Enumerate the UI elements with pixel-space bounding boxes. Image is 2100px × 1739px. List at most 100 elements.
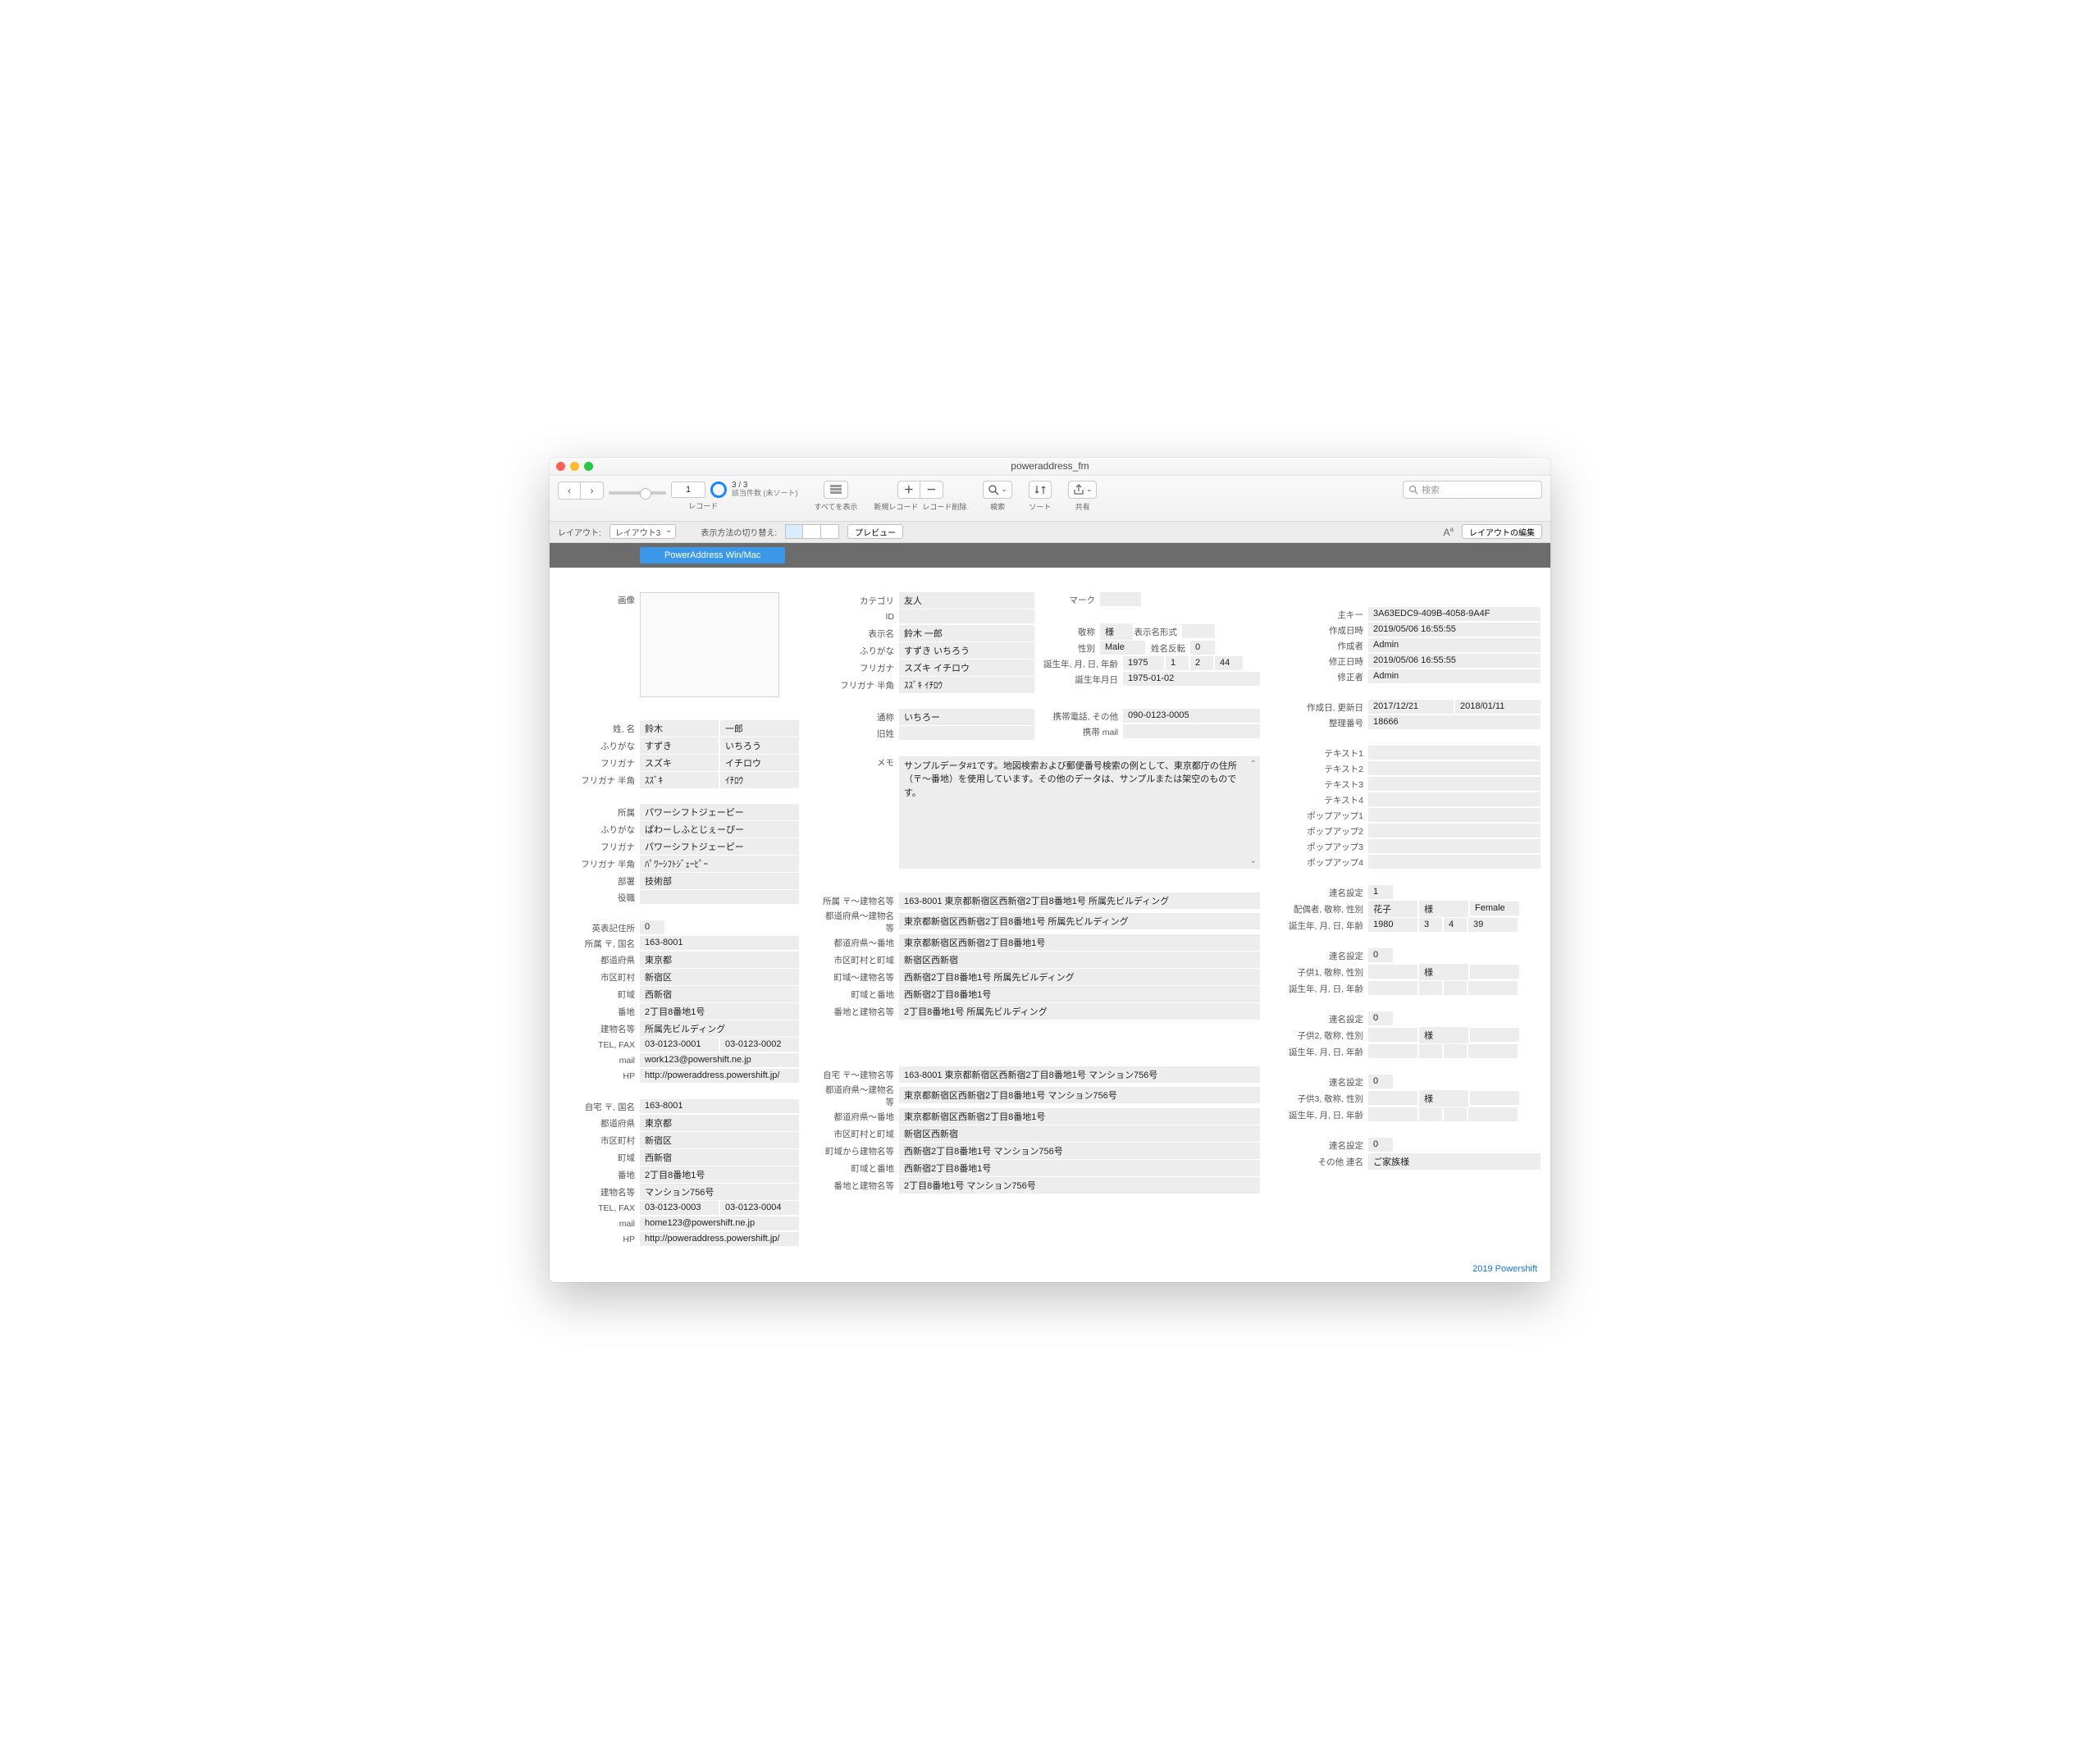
edit-layout-button[interactable]: レイアウトの編集 — [1462, 524, 1542, 539]
prev-record-button[interactable]: ‹ — [558, 482, 581, 500]
c3-sex-field[interactable] — [1470, 1091, 1519, 1106]
maiden-field[interactable] — [899, 726, 1034, 741]
waddr6-field[interactable]: 西新宿2丁目8番地1号 — [899, 986, 1260, 1003]
waddr5-field[interactable]: 西新宿2丁目8番地1号 所属先ビルディング — [899, 969, 1260, 986]
c3-name-field[interactable] — [1368, 1091, 1418, 1106]
text3-field[interactable] — [1368, 777, 1541, 792]
sbm-field[interactable]: 3 — [1419, 918, 1442, 933]
bldg-field[interactable]: 所属先ビルディング — [640, 1020, 799, 1038]
scroll-up-icon[interactable]: ⌃ — [1250, 758, 1257, 770]
brand-button[interactable]: PowerAddress Win/Mac — [640, 547, 785, 564]
sage-field[interactable]: 39 — [1468, 918, 1518, 933]
furi-field[interactable]: すずき いちろう — [899, 642, 1034, 660]
image-field[interactable] — [640, 592, 779, 697]
haddr1-field[interactable]: 163-8001 東京都新宿区西新宿2丁目8番地1号 マンション756号 — [899, 1066, 1260, 1084]
waddr2-field[interactable]: 東京都新宿区西新宿2丁目8番地1号 所属先ビルディング — [899, 913, 1260, 930]
nameinv-field[interactable]: 0 — [1190, 641, 1215, 655]
text2-field[interactable] — [1368, 761, 1541, 776]
view-list-button[interactable] — [803, 524, 821, 539]
next-record-button[interactable]: › — [581, 482, 604, 500]
haddr2-field[interactable]: 東京都新宿区西新宿2丁目8番地1号 マンション756号 — [899, 1087, 1260, 1104]
display-field[interactable]: 鈴木 一郎 — [899, 625, 1034, 642]
c2by-field[interactable] — [1368, 1044, 1418, 1059]
hbldg-field[interactable]: マンション756号 — [640, 1184, 799, 1201]
mobile-mail-field[interactable] — [1123, 724, 1260, 739]
cudate1-field[interactable]: 2017/12/21 — [1368, 700, 1454, 714]
ren5-field[interactable]: 0 — [1368, 1138, 1393, 1152]
zip-field[interactable]: 163-8001 — [640, 936, 799, 951]
other-field[interactable]: ご家族様 — [1368, 1153, 1541, 1171]
birth-month-field[interactable]: 1 — [1166, 656, 1189, 671]
c2-sex-field[interactable] — [1470, 1028, 1519, 1043]
mdate-field[interactable]: 2019/05/06 16:55:55 — [1368, 654, 1541, 669]
delete-record-button[interactable]: － — [920, 481, 943, 499]
c2-hon-field[interactable]: 様 — [1419, 1027, 1468, 1044]
text4-field[interactable] — [1368, 792, 1541, 807]
cudate2-field[interactable]: 2018/01/11 — [1455, 700, 1541, 714]
waddr7-field[interactable]: 2丁目8番地1号 所属先ビルディング — [899, 1003, 1260, 1020]
hmail-field[interactable]: home123@powershift.ne.jp — [640, 1216, 799, 1231]
c2bd-field[interactable] — [1444, 1044, 1467, 1059]
c1-sex-field[interactable] — [1470, 965, 1519, 979]
c3age-field[interactable] — [1468, 1107, 1518, 1122]
fax-field[interactable]: 03-0123-0002 — [720, 1038, 799, 1052]
honor-field[interactable]: 様 — [1100, 623, 1133, 641]
spouse-hon-field[interactable]: 様 — [1419, 901, 1468, 918]
search-input[interactable]: 検索 — [1403, 481, 1542, 499]
haddr6-field[interactable]: 西新宿2丁目8番地1号 — [899, 1160, 1260, 1177]
scroll-down-icon[interactable]: ⌄ — [1250, 855, 1257, 867]
popup3-field[interactable] — [1368, 839, 1541, 854]
minimize-icon[interactable] — [570, 462, 579, 471]
c2-name-field[interactable] — [1368, 1028, 1418, 1043]
tel-field[interactable]: 03-0123-0001 — [640, 1038, 719, 1052]
view-form-button[interactable] — [785, 524, 803, 539]
c2age-field[interactable] — [1468, 1044, 1518, 1059]
hk-sei-field[interactable]: ｽｽﾞｷ — [640, 772, 719, 789]
new-record-button[interactable]: ＋ — [897, 481, 920, 499]
spouse-sex-field[interactable]: Female — [1470, 901, 1519, 916]
kata-sei-field[interactable]: スズキ — [640, 755, 719, 772]
memo-field[interactable]: サンプルデータ#1です。地図検索および郵便番号検索の例として、東京都庁の住所（〒… — [899, 756, 1260, 870]
ren1-field[interactable]: 1 — [1368, 885, 1393, 900]
hzip-field[interactable]: 163-8001 — [640, 1099, 799, 1114]
text-format-icon[interactable]: Aa — [1444, 526, 1454, 538]
birthdate-field[interactable]: 1975-01-02 — [1123, 672, 1260, 687]
zoom-icon[interactable] — [584, 462, 593, 471]
hhp-field[interactable]: http://poweraddress.powershift.jp/ — [640, 1232, 799, 1247]
street-field[interactable]: 2丁目8番地1号 — [640, 1003, 799, 1020]
haddr3-field[interactable]: 東京都新宿区西新宿2丁目8番地1号 — [899, 1108, 1260, 1125]
c1bd-field[interactable] — [1444, 981, 1467, 996]
hcity-field[interactable]: 新宿区 — [640, 1132, 799, 1149]
ren3-field[interactable]: 0 — [1368, 1011, 1393, 1026]
city-field[interactable]: 新宿区 — [640, 969, 799, 986]
htel-field[interactable]: 03-0123-0003 — [640, 1201, 719, 1216]
category-field[interactable]: 友人 — [899, 592, 1034, 609]
hfax-field[interactable]: 03-0123-0004 — [720, 1201, 799, 1216]
c3by-field[interactable] — [1368, 1107, 1418, 1122]
hstreet-field[interactable]: 2丁目8番地1号 — [640, 1166, 799, 1184]
record-slider[interactable] — [609, 491, 666, 495]
sbd-field[interactable]: 4 — [1444, 918, 1467, 933]
town-field[interactable]: 西新宿 — [640, 986, 799, 1003]
furi-mei-field[interactable]: いちろう — [720, 737, 799, 755]
spouse-name-field[interactable]: 花子 — [1368, 901, 1418, 918]
nick-field[interactable]: いちろー — [899, 709, 1034, 726]
mei-field[interactable]: 一郎 — [720, 720, 799, 737]
c3bm-field[interactable] — [1419, 1107, 1442, 1122]
ren2-field[interactable]: 0 — [1368, 948, 1393, 963]
affil-field[interactable]: パワーシフトジェーピー — [640, 804, 799, 821]
haddr4-field[interactable]: 新宿区西新宿 — [899, 1125, 1260, 1143]
affil-k-field[interactable]: パワーシフトジェーピー — [640, 838, 799, 856]
dept-field[interactable]: 技術部 — [640, 873, 799, 890]
serial-field[interactable]: 18666 — [1368, 715, 1541, 730]
furi-sei-field[interactable]: すずき — [640, 737, 719, 755]
c2bm-field[interactable] — [1419, 1044, 1442, 1059]
sby-field[interactable]: 1980 — [1368, 918, 1418, 933]
sort-button[interactable] — [1029, 481, 1052, 499]
mail-field[interactable]: work123@powershift.ne.jp — [640, 1053, 799, 1068]
hpref-field[interactable]: 東京都 — [640, 1115, 799, 1132]
birth-year-field[interactable]: 1975 — [1123, 656, 1164, 671]
layout-select[interactable]: レイアウト3 — [609, 524, 677, 539]
age-field[interactable]: 44 — [1215, 656, 1243, 671]
sex-field[interactable]: Male — [1100, 641, 1145, 655]
